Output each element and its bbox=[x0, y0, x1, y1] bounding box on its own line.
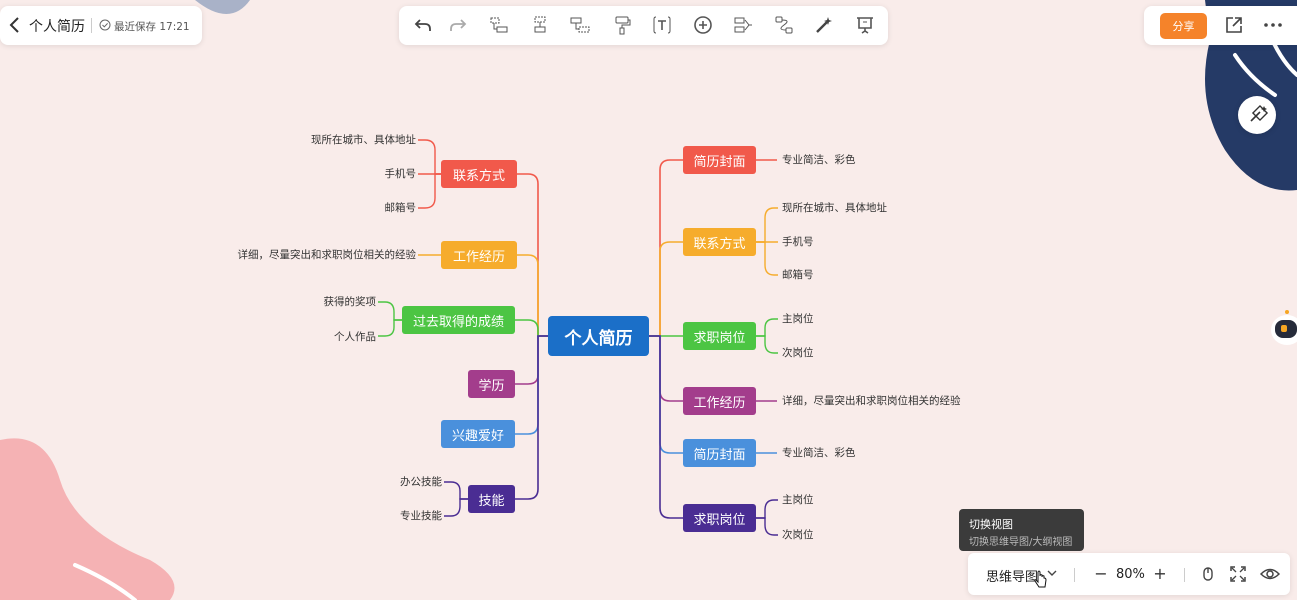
divider bbox=[1074, 568, 1075, 582]
leaf-works[interactable]: 个人作品 bbox=[334, 329, 376, 344]
leaf-address-right[interactable]: 现所在城市、具体地址 bbox=[782, 200, 887, 215]
mouse-cursor-icon bbox=[1034, 570, 1047, 588]
leaf-email-left[interactable]: 邮箱号 bbox=[385, 200, 417, 215]
leaf-work-detail-right[interactable]: 详细，尽量突出和求职岗位相关的经验 bbox=[782, 393, 961, 408]
topic-work-right[interactable]: 工作经历 bbox=[683, 387, 756, 415]
topic-skills[interactable]: 技能 bbox=[468, 485, 515, 513]
leaf-second-position-2[interactable]: 次岗位 bbox=[782, 527, 814, 542]
zoom-out-button[interactable]: − bbox=[1094, 564, 1108, 583]
leaf-cover-style[interactable]: 专业简洁、彩色 bbox=[782, 152, 856, 167]
topic-contact-left[interactable]: 联系方式 bbox=[441, 160, 517, 188]
leaf-office-skills[interactable]: 办公技能 bbox=[400, 474, 442, 489]
tooltip-description: 切换思维导图/大纲视图 bbox=[969, 537, 1073, 548]
leaf-work-detail-left[interactable]: 详细，尽量突出和求职岗位相关的经验 bbox=[238, 247, 417, 262]
leaf-cover-style-2[interactable]: 专业简洁、彩色 bbox=[782, 445, 856, 460]
view-switch-tooltip: 切换视图 切换思维导图/大纲视图 bbox=[959, 509, 1084, 551]
view-switch-dropdown[interactable]: 思维导图 bbox=[986, 566, 1038, 585]
root-topic[interactable]: 个人简历 bbox=[548, 316, 649, 356]
eye-icon[interactable] bbox=[1260, 565, 1280, 583]
topic-position-right[interactable]: 求职岗位 bbox=[683, 322, 756, 350]
hand-pan-icon[interactable] bbox=[1199, 565, 1217, 583]
topic-achievements[interactable]: 过去取得的成绩 bbox=[402, 306, 515, 334]
leaf-address-left[interactable]: 现所在城市、具体地址 bbox=[311, 132, 416, 147]
topic-education[interactable]: 学历 bbox=[468, 370, 515, 398]
leaf-email-right[interactable]: 邮箱号 bbox=[782, 267, 814, 282]
mind-map-connectors bbox=[378, 139, 778, 536]
leaf-main-position[interactable]: 主岗位 bbox=[782, 311, 814, 326]
leaf-phone-left[interactable]: 手机号 bbox=[385, 166, 417, 181]
leaf-phone-right[interactable]: 手机号 bbox=[782, 234, 814, 249]
topic-cover-right[interactable]: 简历封面 bbox=[683, 146, 756, 174]
topic-cover-right-2[interactable]: 简历封面 bbox=[683, 439, 756, 467]
leaf-second-position[interactable]: 次岗位 bbox=[782, 345, 814, 360]
fit-screen-icon[interactable] bbox=[1229, 565, 1247, 583]
topic-contact-right[interactable]: 联系方式 bbox=[683, 228, 756, 256]
bottom-bar: 思维导图 − 80% + bbox=[968, 553, 1290, 595]
divider bbox=[1184, 568, 1185, 582]
leaf-main-position-2[interactable]: 主岗位 bbox=[782, 492, 814, 507]
topic-work-left[interactable]: 工作经历 bbox=[441, 241, 517, 269]
zoom-in-button[interactable]: + bbox=[1153, 564, 1167, 583]
topic-hobbies[interactable]: 兴趣爱好 bbox=[441, 420, 515, 448]
leaf-awards[interactable]: 获得的奖项 bbox=[324, 294, 377, 309]
tooltip-title: 切换视图 bbox=[969, 518, 1013, 531]
topic-position-right-2[interactable]: 求职岗位 bbox=[683, 504, 756, 532]
leaf-pro-skills[interactable]: 专业技能 bbox=[400, 508, 442, 523]
zoom-level: 80% bbox=[1116, 567, 1145, 582]
mind-map-canvas: 个人简历 联系方式 工作经历 过去取得的成绩 学历 兴趣爱好 技能 现所在城市、… bbox=[0, 0, 1297, 600]
